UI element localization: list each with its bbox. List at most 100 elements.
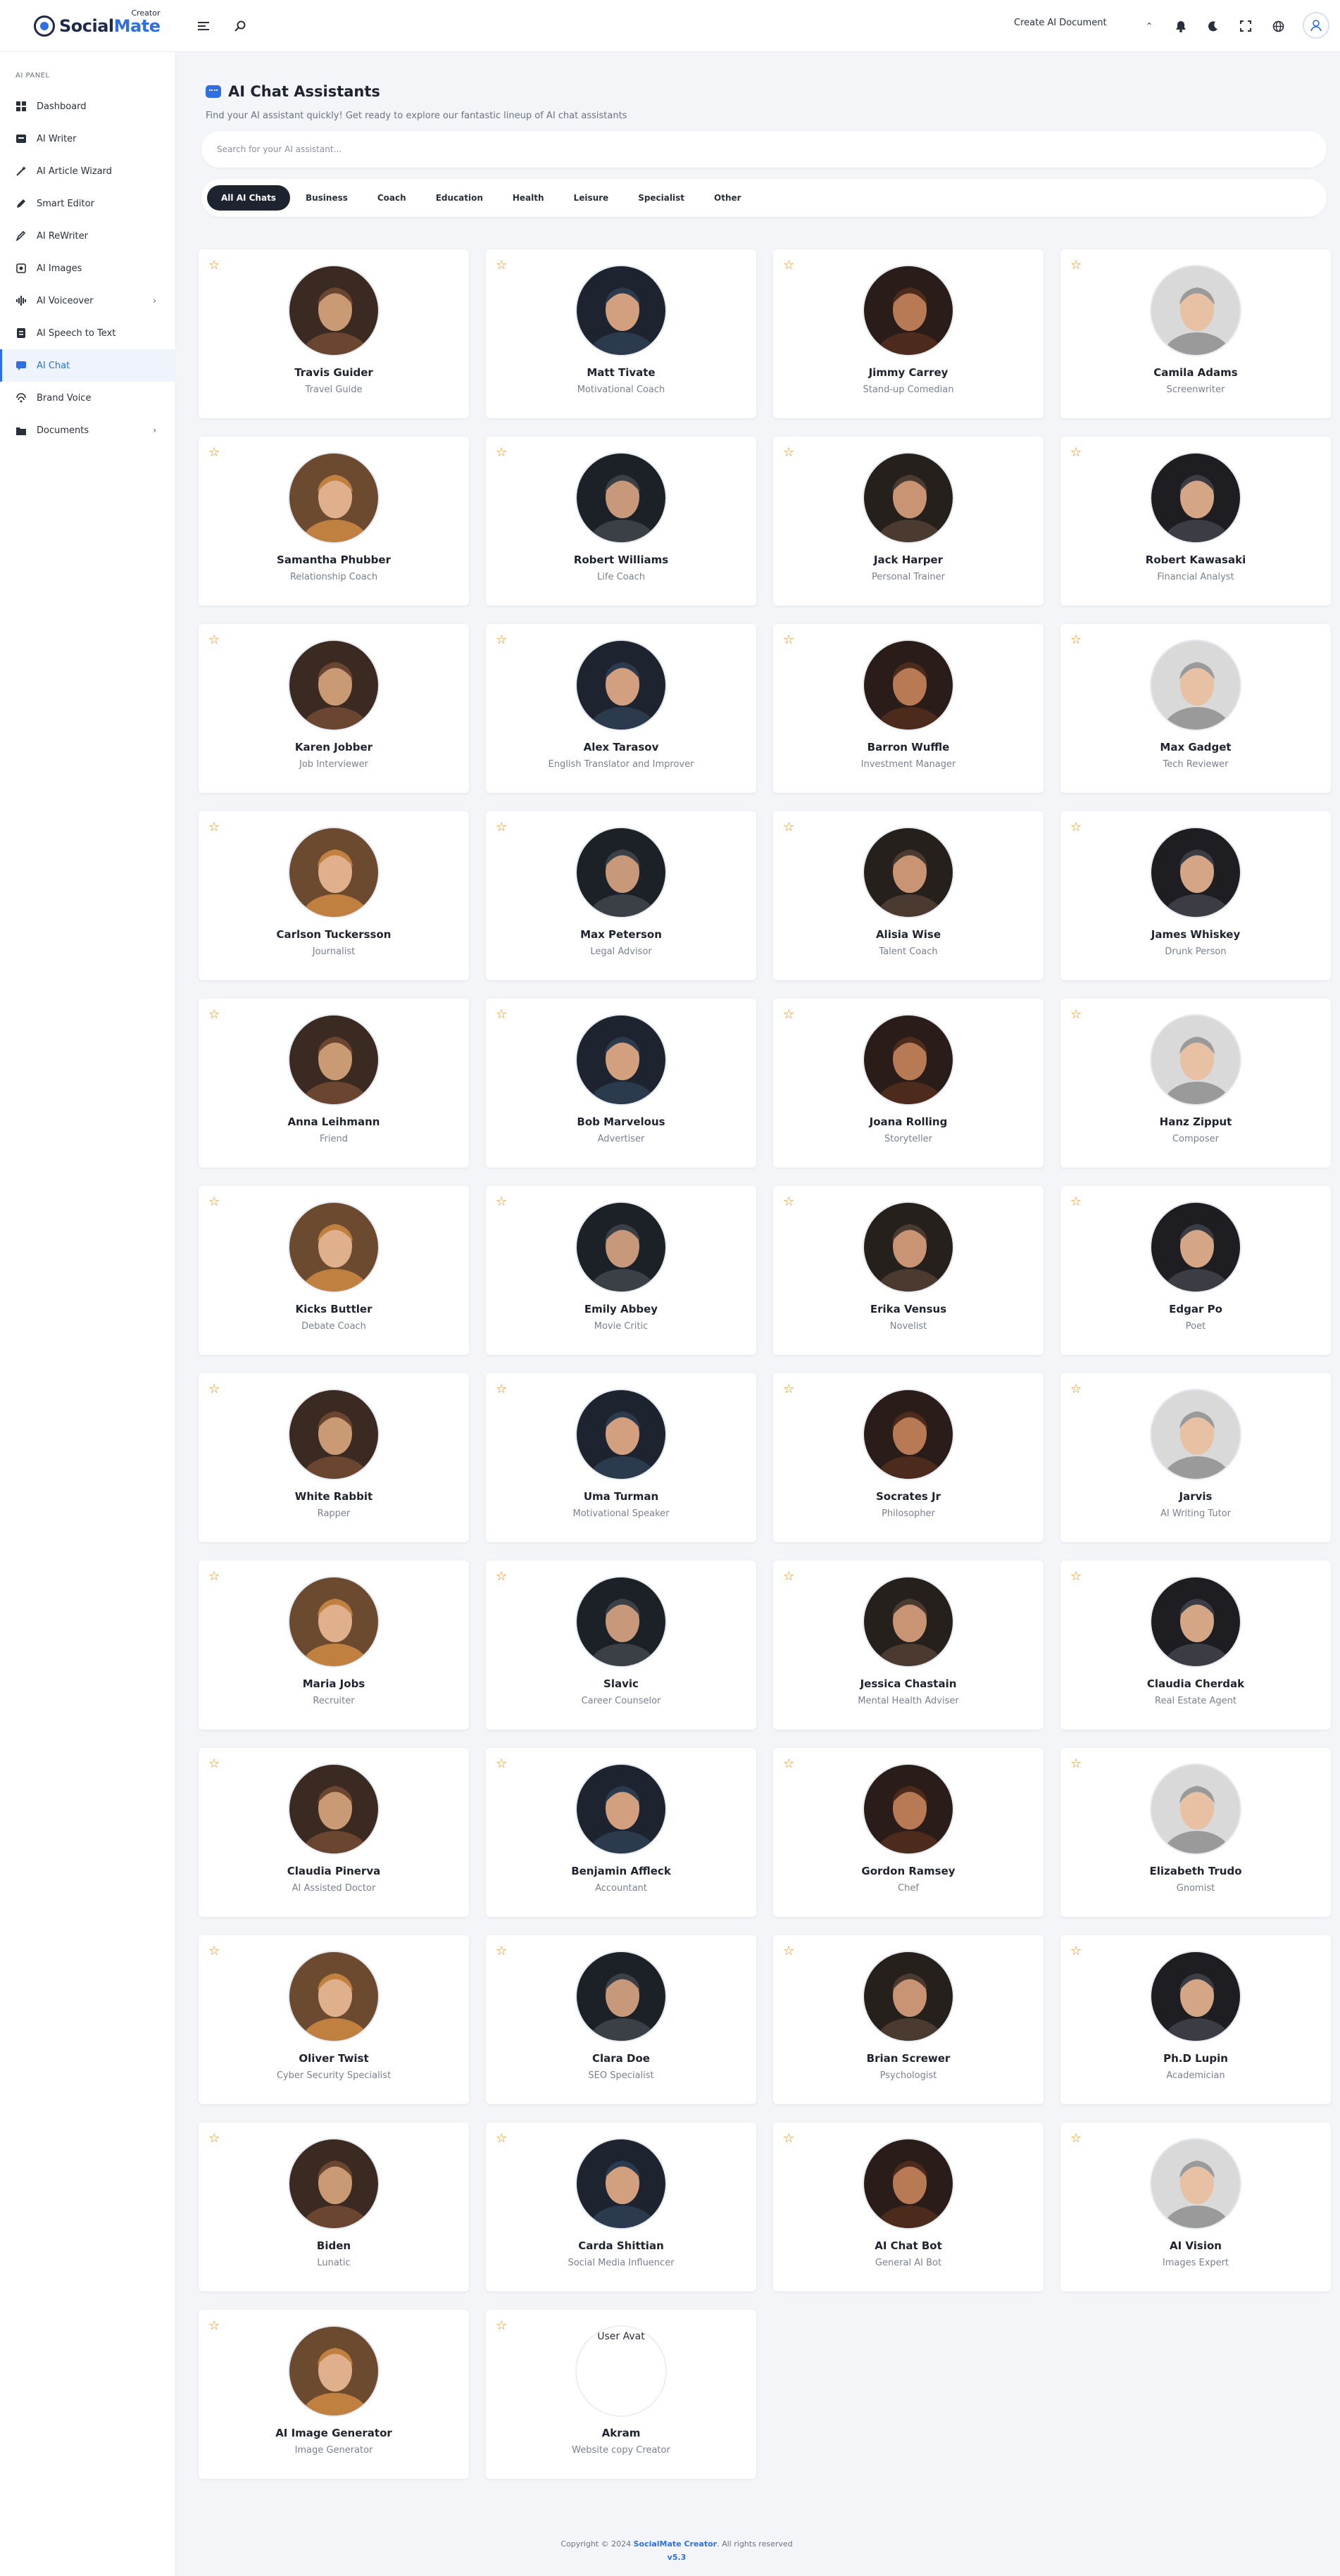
assistant-card[interactable]: ☆ Maria Jobs Recruiter bbox=[199, 1561, 469, 1730]
favorite-star-icon[interactable]: ☆ bbox=[783, 634, 794, 646]
favorite-star-icon[interactable]: ☆ bbox=[208, 1570, 220, 1583]
assistant-card[interactable]: ☆ Uma Turman Motivational Speaker bbox=[486, 1373, 756, 1542]
favorite-star-icon[interactable]: ☆ bbox=[1070, 259, 1082, 272]
assistant-card[interactable]: ☆ Jarvis AI Writing Tutor bbox=[1060, 1373, 1331, 1542]
favorite-star-icon[interactable]: ☆ bbox=[783, 259, 794, 272]
sidebar-item-smart-editor[interactable]: Smart Editor bbox=[0, 187, 176, 220]
sidebar-item-ai-images[interactable]: AI Images bbox=[0, 252, 176, 285]
assistant-card[interactable]: ☆ Brian Screwer Psychologist bbox=[773, 1935, 1044, 2104]
assistant-card[interactable]: ☆ Matt Tivate Motivational Coach bbox=[486, 249, 756, 418]
assistant-card[interactable]: ☆ Anna Leihmann Friend bbox=[199, 999, 469, 1168]
favorite-star-icon[interactable]: ☆ bbox=[208, 1196, 220, 1208]
favorite-star-icon[interactable]: ☆ bbox=[496, 446, 507, 459]
assistant-card[interactable]: ☆ Benjamin Affleck Accountant bbox=[486, 1748, 756, 1917]
filter-specialist[interactable]: Specialist bbox=[624, 185, 699, 211]
assistant-card[interactable]: ☆ Max Peterson Legal Advisor bbox=[486, 811, 756, 980]
favorite-star-icon[interactable]: ☆ bbox=[496, 1570, 507, 1583]
bell-icon[interactable] bbox=[1172, 17, 1190, 35]
filter-leisure[interactable]: Leisure bbox=[560, 185, 623, 211]
create-document-button[interactable]: Create AI Document bbox=[1014, 18, 1107, 28]
sidebar-item-ai-speech-to-text[interactable]: AI Speech to Text bbox=[0, 317, 176, 349]
favorite-star-icon[interactable]: ☆ bbox=[1070, 1196, 1082, 1208]
assistant-card[interactable]: ☆ Karen Jobber Job Interviewer bbox=[199, 624, 469, 793]
assistant-card[interactable]: ☆ Biden Lunatic bbox=[199, 2122, 469, 2291]
assistant-card[interactable]: ☆ Alisia Wise Talent Coach bbox=[773, 811, 1044, 980]
search-icon[interactable] bbox=[231, 17, 249, 35]
assistant-card[interactable]: ☆ Carlson Tuckersson Journalist bbox=[199, 811, 469, 980]
assistant-card[interactable]: ☆ Hanz Zipput Composer bbox=[1060, 999, 1331, 1168]
assistant-search-input[interactable] bbox=[201, 131, 1327, 168]
favorite-star-icon[interactable]: ☆ bbox=[496, 259, 507, 272]
assistant-card[interactable]: ☆ Edgar Po Poet bbox=[1060, 1186, 1331, 1355]
favorite-star-icon[interactable]: ☆ bbox=[496, 1196, 507, 1208]
assistant-card[interactable]: ☆ Camila Adams Screenwriter bbox=[1060, 249, 1331, 418]
assistant-card[interactable]: ☆ Clara Doe SEO Specialist bbox=[486, 1935, 756, 2104]
assistant-card[interactable]: ☆ White Rabbit Rapper bbox=[199, 1373, 469, 1542]
assistant-card[interactable]: ☆ Robert Kawasaki Financial Analyst bbox=[1060, 437, 1331, 606]
favorite-star-icon[interactable]: ☆ bbox=[783, 1758, 794, 1770]
sidebar-item-ai-rewriter[interactable]: AI ReWriter bbox=[0, 220, 176, 252]
assistant-card[interactable]: ☆ Jessica Chastain Mental Health Adviser bbox=[773, 1561, 1044, 1730]
assistant-card[interactable]: ☆ Joana Rolling Storyteller bbox=[773, 999, 1044, 1168]
favorite-star-icon[interactable]: ☆ bbox=[496, 2320, 507, 2332]
filter-health[interactable]: Health bbox=[499, 185, 558, 211]
favorite-star-icon[interactable]: ☆ bbox=[496, 634, 507, 646]
favorite-star-icon[interactable]: ☆ bbox=[1070, 1570, 1082, 1583]
assistant-card[interactable]: ☆ Erika Vensus Novelist bbox=[773, 1186, 1044, 1355]
filter-education[interactable]: Education bbox=[422, 185, 497, 211]
favorite-star-icon[interactable]: ☆ bbox=[208, 2132, 220, 2145]
assistant-card[interactable]: ☆ James Whiskey Drunk Person bbox=[1060, 811, 1331, 980]
assistant-card[interactable]: ☆ Alex Tarasov English Translator and Impr… bbox=[486, 624, 756, 793]
favorite-star-icon[interactable]: ☆ bbox=[496, 2132, 507, 2145]
menu-toggle-icon[interactable] bbox=[194, 17, 213, 35]
favorite-star-icon[interactable]: ☆ bbox=[208, 1383, 220, 1396]
assistant-card[interactable]: ☆ Jack Harper Personal Trainer bbox=[773, 437, 1044, 606]
assistant-card[interactable]: ☆ AI Vision Images Expert bbox=[1060, 2122, 1331, 2291]
assistant-card[interactable]: ☆ Barron Wuffle Investment Manager bbox=[773, 624, 1044, 793]
favorite-star-icon[interactable]: ☆ bbox=[208, 2320, 220, 2332]
assistant-card[interactable]: ☆ Oliver Twist Cyber Security Specialist bbox=[199, 1935, 469, 2104]
favorite-star-icon[interactable]: ☆ bbox=[1070, 446, 1082, 459]
assistant-card[interactable]: ☆ AI Chat Bot General AI Bot bbox=[773, 2122, 1044, 2291]
favorite-star-icon[interactable]: ☆ bbox=[783, 1383, 794, 1396]
favorite-star-icon[interactable]: ☆ bbox=[496, 1758, 507, 1770]
assistant-card[interactable]: ☆ Slavic Career Counselor bbox=[486, 1561, 756, 1730]
filter-business[interactable]: Business bbox=[292, 185, 362, 211]
favorite-star-icon[interactable]: ☆ bbox=[783, 446, 794, 459]
favorite-star-icon[interactable]: ☆ bbox=[208, 259, 220, 272]
favorite-star-icon[interactable]: ☆ bbox=[208, 1758, 220, 1770]
assistant-card[interactable]: ☆ AI Image Generator Image Generator bbox=[199, 2310, 469, 2479]
language-globe-icon[interactable] bbox=[1269, 17, 1287, 35]
favorite-star-icon[interactable]: ☆ bbox=[1070, 1008, 1082, 1021]
favorite-star-icon[interactable]: ☆ bbox=[783, 1008, 794, 1021]
assistant-card[interactable]: ☆ Ph.D Lupin Academician bbox=[1060, 1935, 1331, 2104]
assistant-card[interactable]: ☆ Jimmy Carrey Stand-up Comedian bbox=[773, 249, 1044, 418]
favorite-star-icon[interactable]: ☆ bbox=[208, 634, 220, 646]
filter-all-ai-chats[interactable]: All AI Chats bbox=[207, 185, 290, 211]
assistant-card[interactable]: ☆ User Avat Akram Website copy Creator bbox=[486, 2310, 756, 2479]
sidebar-item-ai-article-wizard[interactable]: AI Article Wizard bbox=[0, 155, 176, 187]
sidebar-item-dashboard[interactable]: Dashboard bbox=[0, 90, 176, 123]
favorite-star-icon[interactable]: ☆ bbox=[496, 821, 507, 834]
assistant-card[interactable]: ☆ Bob Marvelous Advertiser bbox=[486, 999, 756, 1168]
footer-brand-link[interactable]: SocialMate Creator bbox=[634, 2539, 718, 2549]
favorite-star-icon[interactable]: ☆ bbox=[496, 1008, 507, 1021]
favorite-star-icon[interactable]: ☆ bbox=[1070, 2132, 1082, 2145]
assistant-card[interactable]: ☆ Gordon Ramsey Chef bbox=[773, 1748, 1044, 1917]
favorite-star-icon[interactable]: ☆ bbox=[783, 1945, 794, 1958]
assistant-card[interactable]: ☆ Kicks Buttler Debate Coach bbox=[199, 1186, 469, 1355]
favorite-star-icon[interactable]: ☆ bbox=[208, 1945, 220, 1958]
favorite-star-icon[interactable]: ☆ bbox=[496, 1383, 507, 1396]
chevron-up-icon[interactable]: ⌃ bbox=[1140, 17, 1158, 35]
brand-logo[interactable]: SocialMate Creator bbox=[34, 8, 161, 42]
assistant-card[interactable]: ☆ Claudia Cherdak Real Estate Agent bbox=[1060, 1561, 1331, 1730]
favorite-star-icon[interactable]: ☆ bbox=[783, 1570, 794, 1583]
favorite-star-icon[interactable]: ☆ bbox=[783, 1196, 794, 1208]
assistant-card[interactable]: ☆ Emily Abbey Movie Critic bbox=[486, 1186, 756, 1355]
favorite-star-icon[interactable]: ☆ bbox=[1070, 1383, 1082, 1396]
sidebar-item-documents[interactable]: Documents › bbox=[0, 414, 176, 446]
favorite-star-icon[interactable]: ☆ bbox=[1070, 634, 1082, 646]
assistant-card[interactable]: ☆ Elizabeth Trudo Gnomist bbox=[1060, 1748, 1331, 1917]
assistant-card[interactable]: ☆ Travis Guider Travel Guide bbox=[199, 249, 469, 418]
favorite-star-icon[interactable]: ☆ bbox=[1070, 1758, 1082, 1770]
